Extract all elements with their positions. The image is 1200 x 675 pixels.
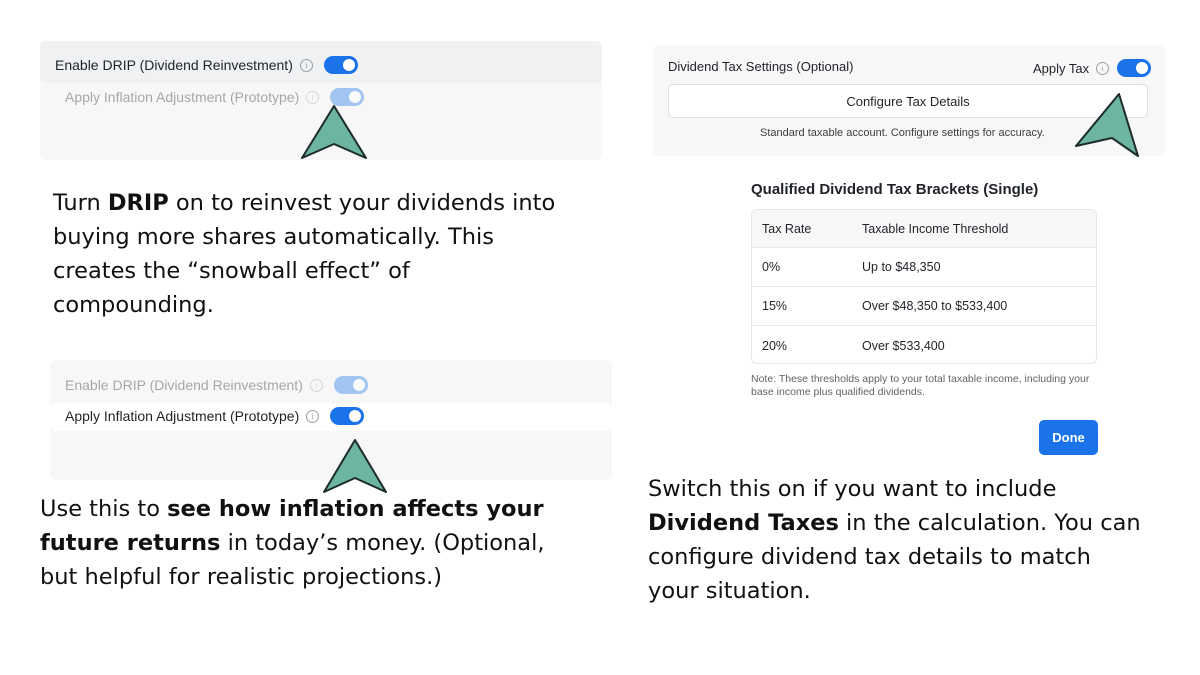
info-icon[interactable]: i <box>1096 61 1110 75</box>
tax-rate-cell: 0% <box>762 260 781 274</box>
table-header-row: Tax Rate Taxable Income Threshold <box>752 210 1096 248</box>
apply-tax-label: Apply Tax <box>1033 60 1090 76</box>
tax-account-note: Standard taxable account. Configure sett… <box>760 127 1045 139</box>
tax-settings-title: Dividend Tax Settings (Optional) <box>668 59 854 74</box>
info-icon[interactable]: i <box>309 378 323 392</box>
info-icon[interactable]: i <box>299 58 313 72</box>
arrow-pointer-icon <box>301 105 367 159</box>
drip-toggle[interactable] <box>323 56 358 74</box>
drip-caption: Turn DRIP on to reinvest your dividends … <box>53 190 556 318</box>
drip-toggle[interactable] <box>333 376 368 394</box>
inflation-setting-row: Apply Inflation Adjustment (Prototype) i <box>65 407 365 425</box>
arrow-pointer-icon <box>1075 93 1139 157</box>
inflation-caption: Use this to see how inflation affects yo… <box>40 496 545 590</box>
apply-tax-toggle[interactable] <box>1117 59 1152 77</box>
inflation-label: Apply Inflation Adjustment (Prototype) <box>65 89 300 105</box>
column-header: Tax Rate <box>762 221 812 236</box>
table-row: 20% Over $533,400 <box>752 326 1096 363</box>
drip-label: Enable DRIP (Dividend Reinvestment) <box>65 377 303 393</box>
done-button[interactable]: Done <box>1039 420 1098 455</box>
threshold-cell: Over $48,350 to $533,400 <box>862 299 1008 313</box>
column-header: Taxable Income Threshold <box>862 221 1009 236</box>
inflation-toggle[interactable] <box>330 407 365 425</box>
drip-label: Enable DRIP (Dividend Reinvestment) <box>55 57 293 73</box>
threshold-cell: Over $533,400 <box>862 338 945 353</box>
table-row: 0% Up to $48,350 <box>752 248 1096 287</box>
inflation-label: Apply Inflation Adjustment (Prototype) <box>65 408 300 424</box>
tax-brackets-table: Tax Rate Taxable Income Threshold 0% Up … <box>751 209 1097 364</box>
brackets-title: Qualified Dividend Tax Brackets (Single) <box>751 181 1039 198</box>
brackets-note: Note: These thresholds apply to your tot… <box>751 373 1090 398</box>
info-icon[interactable]: i <box>306 90 320 104</box>
table-row: 15% Over $48,350 to $533,400 <box>752 287 1096 326</box>
apply-tax-row: Apply Tax i <box>1033 59 1152 77</box>
arrow-pointer-icon <box>323 439 387 493</box>
drip-setting-row: Enable DRIP (Dividend Reinvestment) i <box>55 56 358 74</box>
threshold-cell: Up to $48,350 <box>862 260 941 274</box>
info-icon[interactable]: i <box>306 409 320 423</box>
tax-rate-cell: 20% <box>762 338 788 353</box>
tax-caption: Switch this on if you want to include Di… <box>648 476 1141 604</box>
tax-rate-cell: 15% <box>762 299 788 313</box>
drip-setting-row: Enable DRIP (Dividend Reinvestment) i <box>65 376 368 394</box>
